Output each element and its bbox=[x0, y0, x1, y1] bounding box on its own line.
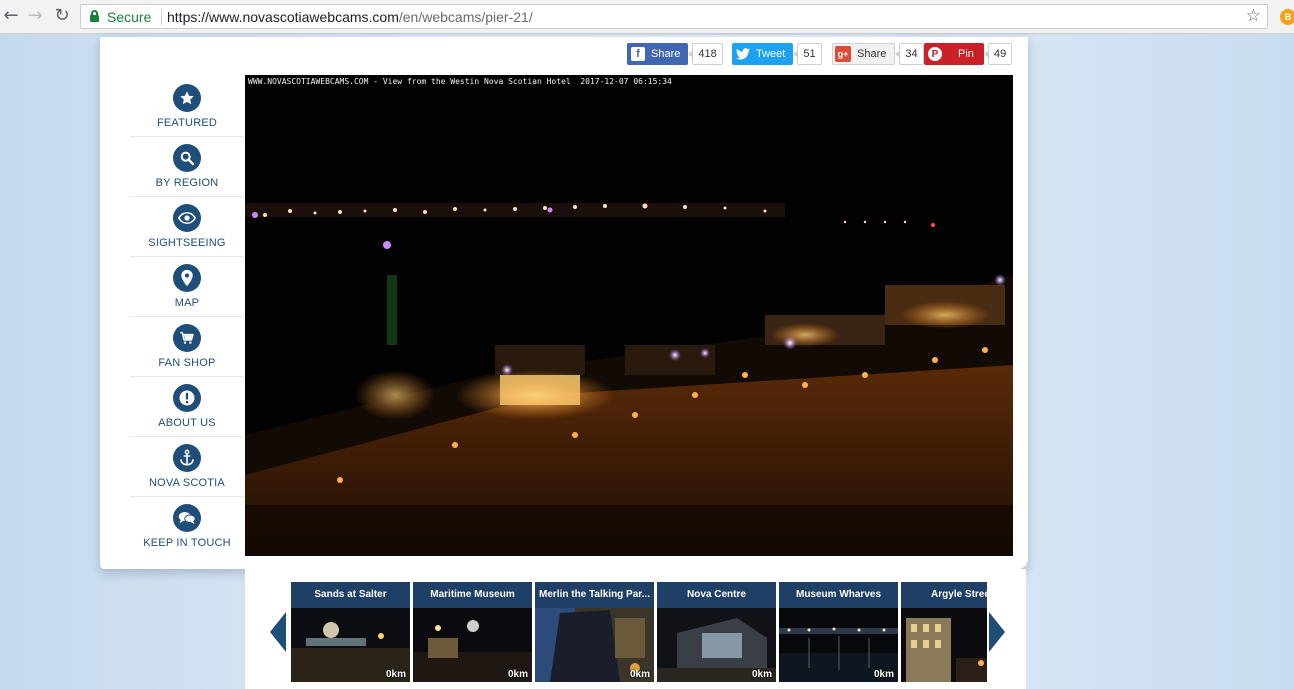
cart-icon bbox=[173, 324, 201, 352]
lock-icon bbox=[90, 10, 99, 22]
nav-item-sightseeing[interactable]: SIGHTSEEING bbox=[130, 197, 244, 257]
nav-label-map: MAP bbox=[174, 297, 200, 309]
nav-item-about-us[interactable]: ABOUT US bbox=[130, 377, 244, 437]
thumbnail-card[interactable]: Nova Centre 0km bbox=[657, 582, 776, 682]
thumbnail-card[interactable]: Maritime Museum 0km bbox=[413, 582, 532, 682]
star-icon bbox=[173, 84, 201, 112]
nav-label-fan-shop: FAN SHOP bbox=[158, 357, 216, 369]
back-arrow-icon[interactable]: ← bbox=[0, 5, 22, 27]
nav-label-nova-scotia: NOVA SCOTIA bbox=[149, 477, 225, 489]
thumbnail-title: Sands at Salter bbox=[291, 582, 410, 608]
facebook-share-button[interactable]: f Share bbox=[627, 43, 689, 65]
thumbnail-distance: 0km bbox=[507, 669, 528, 680]
extension-icon[interactable]: B bbox=[1280, 9, 1294, 25]
thumbnail-distance: 0km bbox=[751, 669, 772, 680]
facebook-icon: f bbox=[631, 47, 645, 61]
thumbnail-image bbox=[901, 608, 987, 682]
pinterest-icon: P bbox=[928, 47, 942, 61]
address-bar[interactable]: Secure https://www.novascotiawebcams.com… bbox=[80, 4, 1268, 29]
forward-arrow-icon[interactable]: → bbox=[24, 5, 46, 27]
twitter-tweet-count: 51 bbox=[793, 43, 822, 65]
facebook-share-group: f Share 418 bbox=[627, 42, 723, 66]
pinterest-pin-count: 49 bbox=[983, 43, 1013, 65]
url-path: /en/webcams/pier-21/ bbox=[398, 9, 533, 25]
thumbnail-title: Nova Centre bbox=[657, 582, 776, 608]
anchor-icon bbox=[173, 444, 201, 472]
thumbnail-distance: 0km bbox=[873, 669, 894, 680]
nav-item-nova-scotia[interactable]: NOVA SCOTIA bbox=[130, 437, 244, 497]
nav-item-by-region[interactable]: BY REGION bbox=[130, 137, 244, 197]
nav-item-featured[interactable]: FEATURED bbox=[130, 77, 244, 137]
address-separator bbox=[161, 9, 162, 25]
webcam-thumbnail-carousel: Sands at Salter 0km Maritime Museum 0km … bbox=[291, 582, 987, 682]
pinterest-pin-group: P Pin 49 bbox=[924, 42, 1013, 66]
twitter-bird-icon bbox=[736, 47, 750, 61]
nav-label-keep-in-touch: KEEP IN TOUCH bbox=[143, 537, 231, 549]
carousel-next-arrow-icon[interactable] bbox=[989, 612, 1005, 652]
bookmark-star-icon[interactable]: ☆ bbox=[1246, 6, 1261, 26]
twitter-tweet-label: Tweet bbox=[756, 48, 786, 60]
nav-label-featured: FEATURED bbox=[156, 117, 218, 129]
googleplus-share-button[interactable]: g+ Share bbox=[832, 43, 896, 65]
googleplus-icon: g+ bbox=[835, 46, 851, 62]
eye-icon bbox=[173, 204, 201, 232]
secure-label: Secure bbox=[107, 9, 152, 25]
reload-icon[interactable]: ↻ bbox=[51, 5, 73, 27]
pinterest-pin-label: Pin bbox=[958, 48, 974, 60]
exclamation-icon bbox=[173, 384, 201, 412]
twitter-tweet-button[interactable]: Tweet bbox=[732, 43, 794, 65]
url-host: https://www.novascotiawebcams.com bbox=[167, 9, 399, 25]
webcam-timestamp-overlay: WWW.NOVASCOTIAWEBCAMS.COM - View from th… bbox=[248, 77, 672, 86]
thumbnail-distance: 0km bbox=[385, 669, 406, 680]
thumbnail-card[interactable]: Sands at Salter 0km bbox=[291, 582, 410, 682]
browser-toolbar: ← → ↻ Secure https://www.novascotiawebca… bbox=[0, 0, 1294, 34]
chat-bubbles-icon bbox=[173, 504, 201, 532]
thumbnail-distance: 0km bbox=[629, 669, 650, 680]
thumbnail-title: Museum Wharves bbox=[779, 582, 898, 608]
nav-item-fan-shop[interactable]: FAN SHOP bbox=[130, 317, 244, 377]
nav-label-about-us: ABOUT US bbox=[158, 417, 216, 429]
carousel-prev-arrow-icon[interactable] bbox=[270, 612, 286, 652]
side-navigation: FEATURED BY REGION SIGHTSEEING MAP FAN S… bbox=[130, 77, 244, 557]
url-text[interactable]: https://www.novascotiawebcams.com/en/web… bbox=[167, 9, 533, 25]
thumbnail-card[interactable]: Museum Wharves 0km bbox=[779, 582, 898, 682]
thumbnail-title: Merlin the Talking Par... bbox=[535, 582, 654, 608]
googleplus-share-group: g+ Share 34 bbox=[832, 42, 924, 66]
magnifier-icon bbox=[173, 144, 201, 172]
thumbnail-card[interactable]: Merlin the Talking Par... 0km bbox=[535, 582, 654, 682]
webcam-feed[interactable]: WWW.NOVASCOTIAWEBCAMS.COM - View from th… bbox=[245, 75, 1013, 556]
map-pin-icon bbox=[173, 264, 201, 292]
facebook-share-count: 418 bbox=[688, 43, 723, 65]
facebook-share-label: Share bbox=[651, 48, 681, 60]
nav-item-map[interactable]: MAP bbox=[130, 257, 244, 317]
nav-item-keep-in-touch[interactable]: KEEP IN TOUCH bbox=[130, 497, 244, 557]
thumbnail-card[interactable]: Argyle Stree bbox=[901, 582, 987, 682]
nav-label-sightseeing: SIGHTSEEING bbox=[148, 237, 226, 249]
twitter-tweet-group: Tweet 51 bbox=[732, 42, 822, 66]
googleplus-share-count: 34 bbox=[895, 43, 924, 65]
thumbnail-title: Maritime Museum bbox=[413, 582, 532, 608]
nav-label-by-region: BY REGION bbox=[155, 177, 219, 189]
webcam-image bbox=[245, 75, 1013, 556]
googleplus-share-label: Share bbox=[857, 48, 887, 60]
thumbnail-title: Argyle Stree bbox=[901, 582, 987, 608]
pinterest-pin-button[interactable]: P Pin bbox=[924, 43, 984, 65]
